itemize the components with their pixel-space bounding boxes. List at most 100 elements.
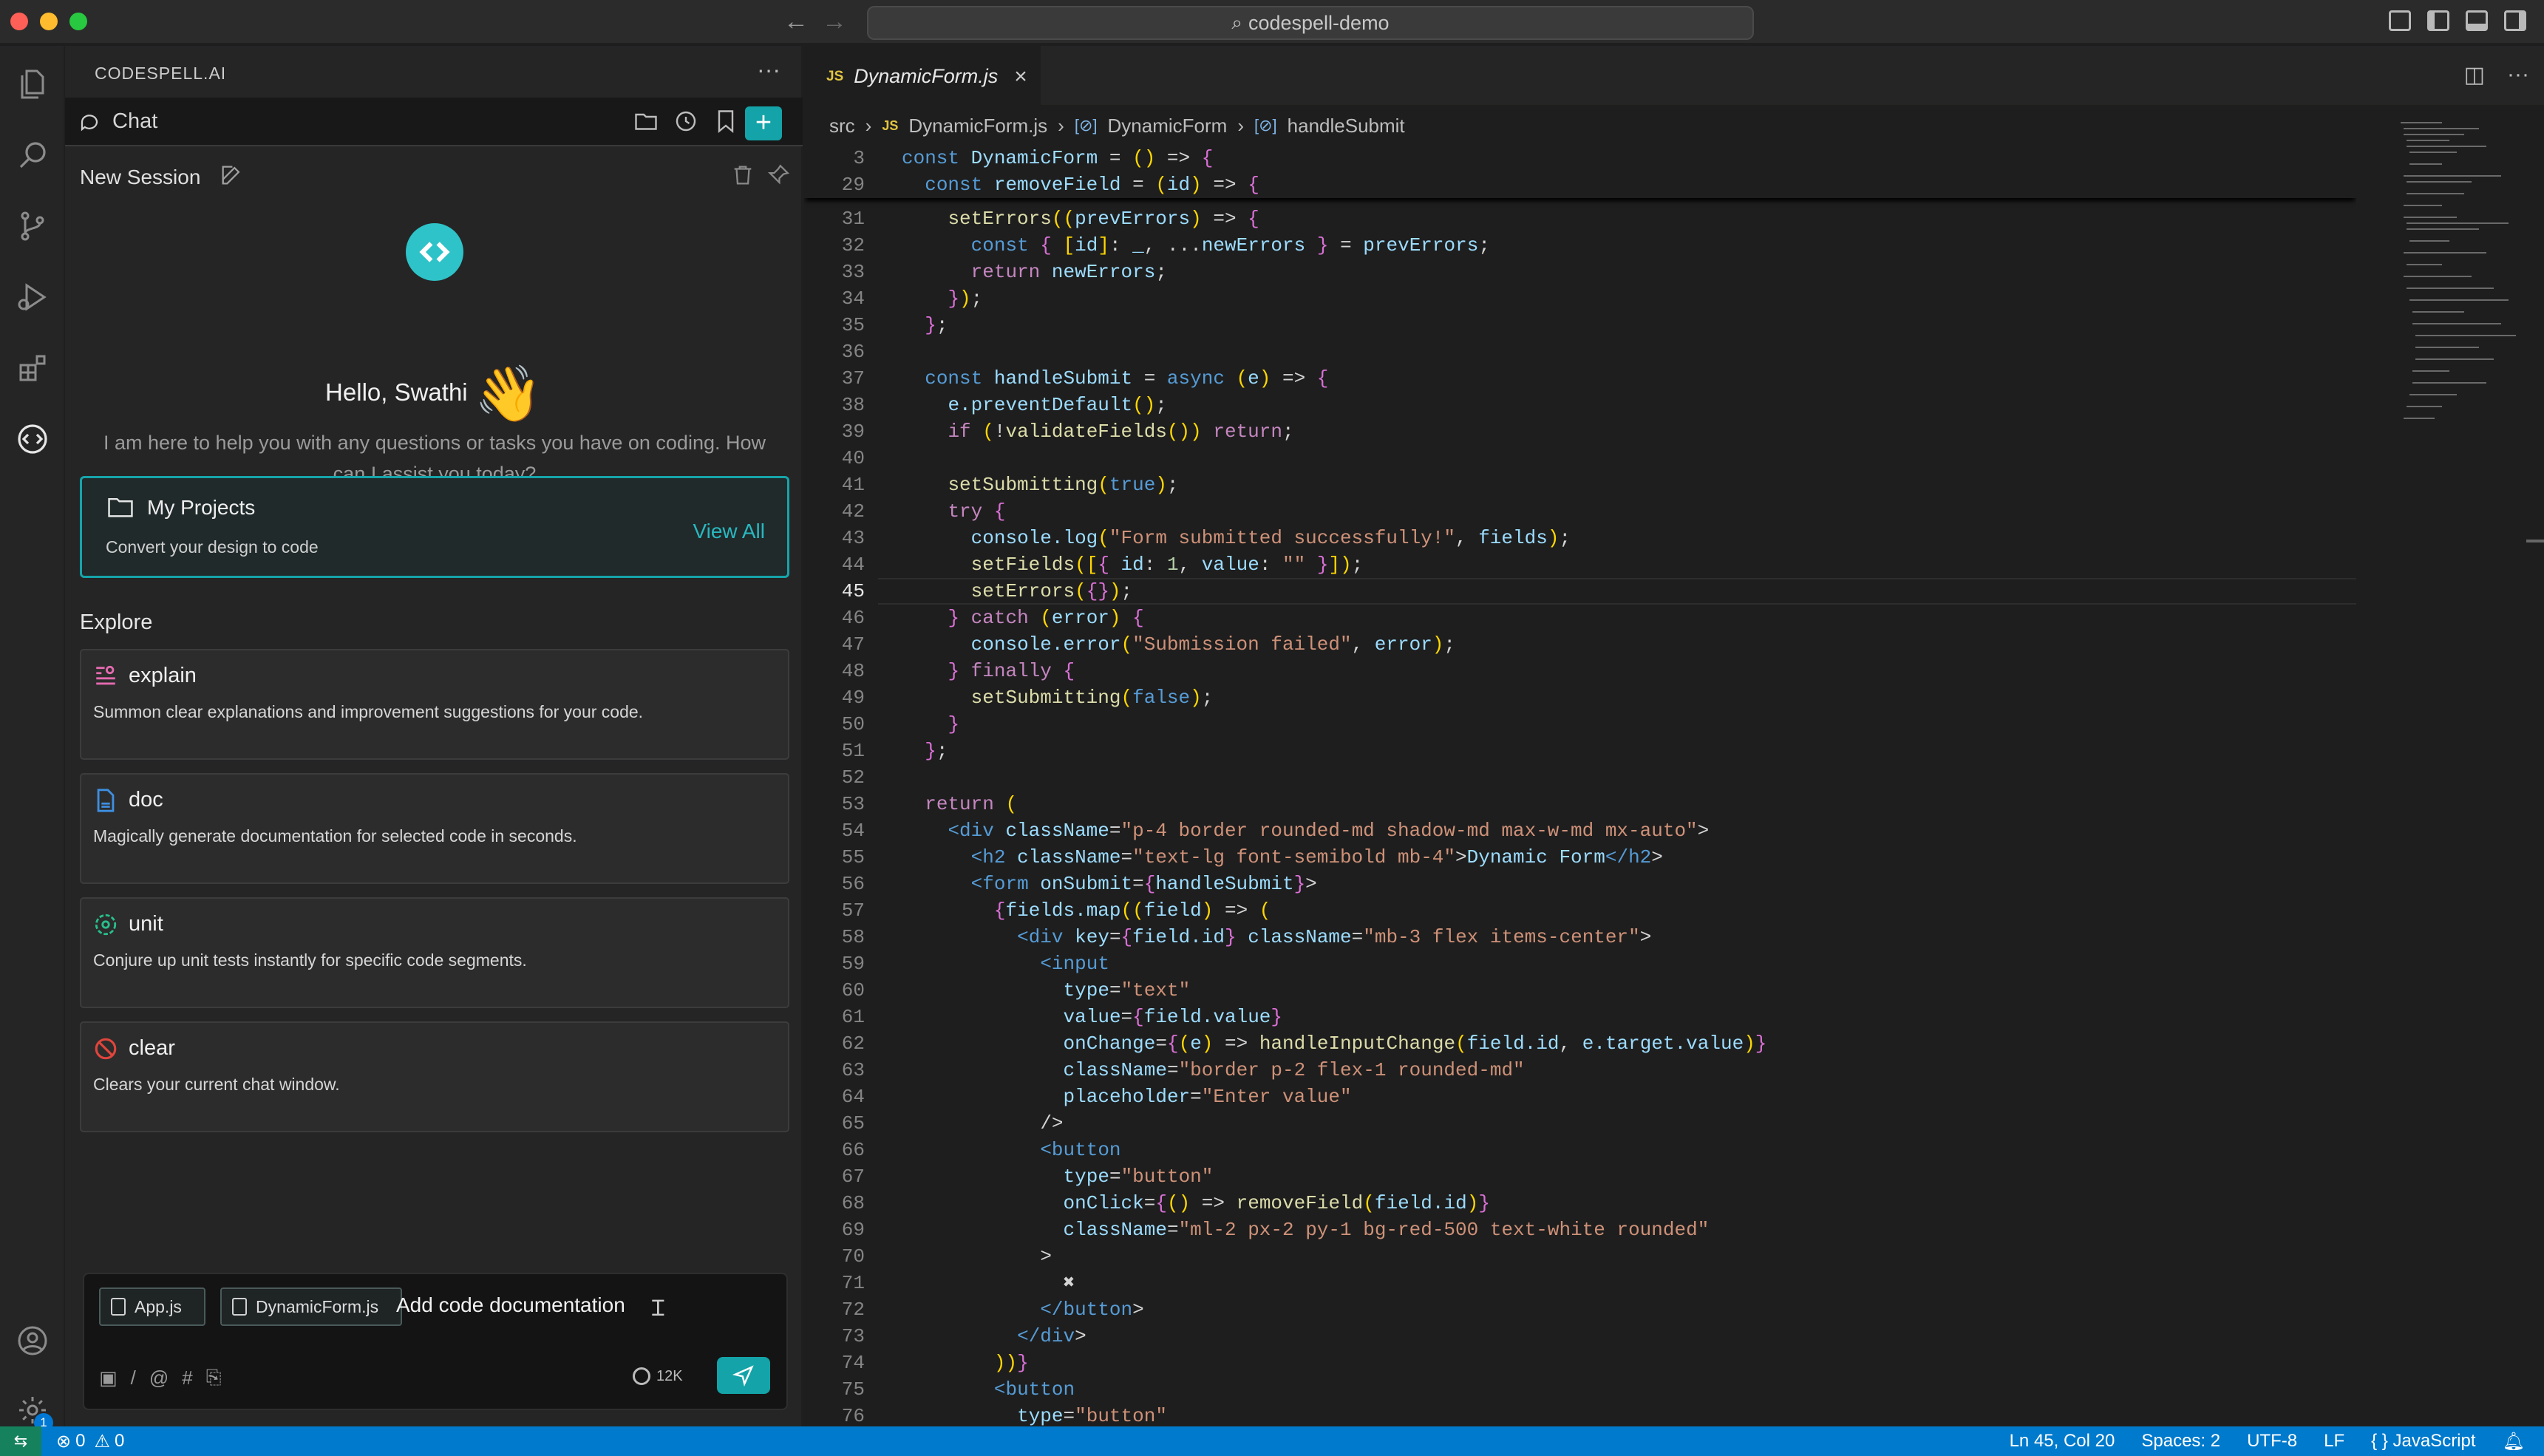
- code-line[interactable]: 29 const removeField = (id) => {: [804, 171, 2356, 198]
- breadcrumb-folder[interactable]: src: [829, 115, 855, 137]
- code-line[interactable]: 70 >: [804, 1243, 2356, 1270]
- line-number[interactable]: 33: [804, 259, 865, 285]
- line-number[interactable]: 54: [804, 817, 865, 844]
- line-number[interactable]: 34: [804, 285, 865, 312]
- doc-card[interactable]: doc Magically generate documentation for…: [80, 773, 789, 884]
- folder-icon[interactable]: [633, 108, 659, 135]
- code-line[interactable]: 42 try {: [804, 498, 2356, 525]
- my-projects-card[interactable]: My Projects Convert your design to code …: [80, 476, 789, 578]
- code-line[interactable]: 60 type="text": [804, 977, 2356, 1004]
- code-line[interactable]: 3 const DynamicForm = () => {: [804, 145, 2356, 171]
- toggle-panel-icon[interactable]: [2466, 10, 2488, 31]
- line-number[interactable]: 70: [804, 1243, 865, 1270]
- line-number[interactable]: 68: [804, 1190, 865, 1217]
- extensions-icon[interactable]: [10, 346, 55, 390]
- code-line[interactable]: 34 });: [804, 285, 2356, 312]
- delete-icon[interactable]: [730, 163, 755, 188]
- code-line[interactable]: 72 </button>: [804, 1296, 2356, 1323]
- code-line[interactable]: 63 className="border p-2 flex-1 rounded-…: [804, 1057, 2356, 1084]
- warning-icon[interactable]: ⚠: [94, 1431, 110, 1452]
- code-line[interactable]: 43 console.log("Form submitted successfu…: [804, 525, 2356, 551]
- run-debug-icon[interactable]: [10, 275, 55, 319]
- line-number[interactable]: 35: [804, 312, 865, 339]
- line-number[interactable]: 3: [804, 145, 865, 171]
- line-number[interactable]: 69: [804, 1217, 865, 1243]
- code-line[interactable]: 49 setSubmitting(false);: [804, 684, 2356, 711]
- code-line[interactable]: 67 type="button": [804, 1163, 2356, 1190]
- code-line[interactable]: 64 placeholder="Enter value": [804, 1084, 2356, 1110]
- language-mode[interactable]: { } JavaScript: [2371, 1431, 2475, 1452]
- code-line[interactable]: 45 setErrors({});: [804, 578, 2356, 605]
- line-number[interactable]: 39: [804, 418, 865, 445]
- unit-card[interactable]: unit Conjure up unit tests instantly for…: [80, 897, 789, 1008]
- forward-arrow-icon[interactable]: →: [822, 7, 847, 36]
- line-number[interactable]: 62: [804, 1030, 865, 1057]
- line-number[interactable]: 47: [804, 631, 865, 658]
- explain-card[interactable]: explain Summon clear explanations and im…: [80, 649, 789, 760]
- customize-layout-icon[interactable]: [2389, 10, 2411, 31]
- back-arrow-icon[interactable]: ←: [783, 7, 809, 36]
- line-number[interactable]: 53: [804, 791, 865, 817]
- context-chip-app-js[interactable]: App.js: [99, 1287, 205, 1326]
- sticky-scroll-header[interactable]: 3 const DynamicForm = () => {29 const rem…: [804, 145, 2356, 198]
- line-number[interactable]: 29: [804, 171, 865, 198]
- codespell-icon[interactable]: [10, 417, 55, 461]
- code-line[interactable]: 47 console.error("Submission failed", er…: [804, 631, 2356, 658]
- code-line[interactable]: 59 <input: [804, 950, 2356, 977]
- cursor-position[interactable]: Ln 45, Col 20: [2010, 1431, 2115, 1452]
- context-chip-dynamicform-js[interactable]: DynamicForm.js: [220, 1287, 402, 1326]
- code-line[interactable]: 35 };: [804, 312, 2356, 339]
- close-tab-icon[interactable]: ×: [1014, 64, 1027, 89]
- breadcrumb-component[interactable]: DynamicForm: [1108, 115, 1228, 137]
- code-line[interactable]: 68 onClick={() => removeField(field.id)}: [804, 1190, 2356, 1217]
- line-number[interactable]: 46: [804, 605, 865, 631]
- line-number[interactable]: 75: [804, 1376, 865, 1403]
- minimap[interactable]: [2398, 120, 2523, 460]
- code-line[interactable]: 65 />: [804, 1110, 2356, 1137]
- view-all-link[interactable]: View All: [693, 520, 765, 543]
- line-number[interactable]: 71: [804, 1270, 865, 1296]
- line-number[interactable]: 59: [804, 950, 865, 977]
- line-number[interactable]: 40: [804, 445, 865, 472]
- code-line[interactable]: 51 };: [804, 738, 2356, 764]
- chat-input-box[interactable]: App.js DynamicForm.js Add code documenta…: [83, 1273, 788, 1410]
- breadcrumb-file[interactable]: DynamicForm.js: [908, 115, 1047, 137]
- code-line[interactable]: 56 <form onSubmit={handleSubmit}>: [804, 871, 2356, 897]
- hash-icon[interactable]: #: [182, 1367, 192, 1389]
- history-icon[interactable]: [673, 108, 699, 135]
- line-number[interactable]: 38: [804, 392, 865, 418]
- code-line[interactable]: 73 </div>: [804, 1323, 2356, 1350]
- code-line[interactable]: 52: [804, 764, 2356, 791]
- code-line[interactable]: 62 onChange={(e) => handleInputChange(fi…: [804, 1030, 2356, 1057]
- mention-icon[interactable]: @: [149, 1367, 169, 1389]
- line-number[interactable]: 63: [804, 1057, 865, 1084]
- code-line[interactable]: 55 <h2 className="text-lg font-semibold …: [804, 844, 2356, 871]
- tab-dynamicform-js[interactable]: JS DynamicForm.js ×: [804, 46, 1041, 105]
- warning-count[interactable]: 0: [115, 1431, 124, 1452]
- breadcrumb-function[interactable]: handleSubmit: [1288, 115, 1405, 137]
- code-line[interactable]: 57 {fields.map((field) => (: [804, 897, 2356, 924]
- line-number[interactable]: 58: [804, 924, 865, 950]
- code-line[interactable]: 39 if (!validateFields()) return;: [804, 418, 2356, 445]
- code-line[interactable]: 58 <div key={field.id} className="mb-3 f…: [804, 924, 2356, 950]
- code-line[interactable]: 61 value={field.value}: [804, 1004, 2356, 1030]
- account-icon[interactable]: [10, 1319, 55, 1363]
- code-line[interactable]: 53 return (: [804, 791, 2356, 817]
- line-number[interactable]: 31: [804, 205, 865, 232]
- line-number[interactable]: 51: [804, 738, 865, 764]
- files-icon[interactable]: [10, 62, 55, 106]
- code-line[interactable]: 46 } catch (error) {: [804, 605, 2356, 631]
- line-number[interactable]: 76: [804, 1403, 865, 1429]
- toggle-primary-sidebar-icon[interactable]: [2427, 10, 2449, 31]
- clear-card[interactable]: clear Clears your current chat window.: [80, 1021, 789, 1132]
- code-line[interactable]: 54 <div className="p-4 border rounded-md…: [804, 817, 2356, 844]
- error-icon[interactable]: ⊗: [56, 1431, 71, 1452]
- code-line[interactable]: 50 }: [804, 711, 2356, 738]
- line-number[interactable]: 60: [804, 977, 865, 1004]
- line-number[interactable]: 37: [804, 365, 865, 392]
- line-number[interactable]: 57: [804, 897, 865, 924]
- line-number[interactable]: 32: [804, 232, 865, 259]
- bookmark-icon[interactable]: [712, 108, 739, 135]
- code-line[interactable]: 69 className="ml-2 px-2 py-1 bg-red-500 …: [804, 1217, 2356, 1243]
- file-attach-icon[interactable]: ⎘: [206, 1366, 222, 1389]
